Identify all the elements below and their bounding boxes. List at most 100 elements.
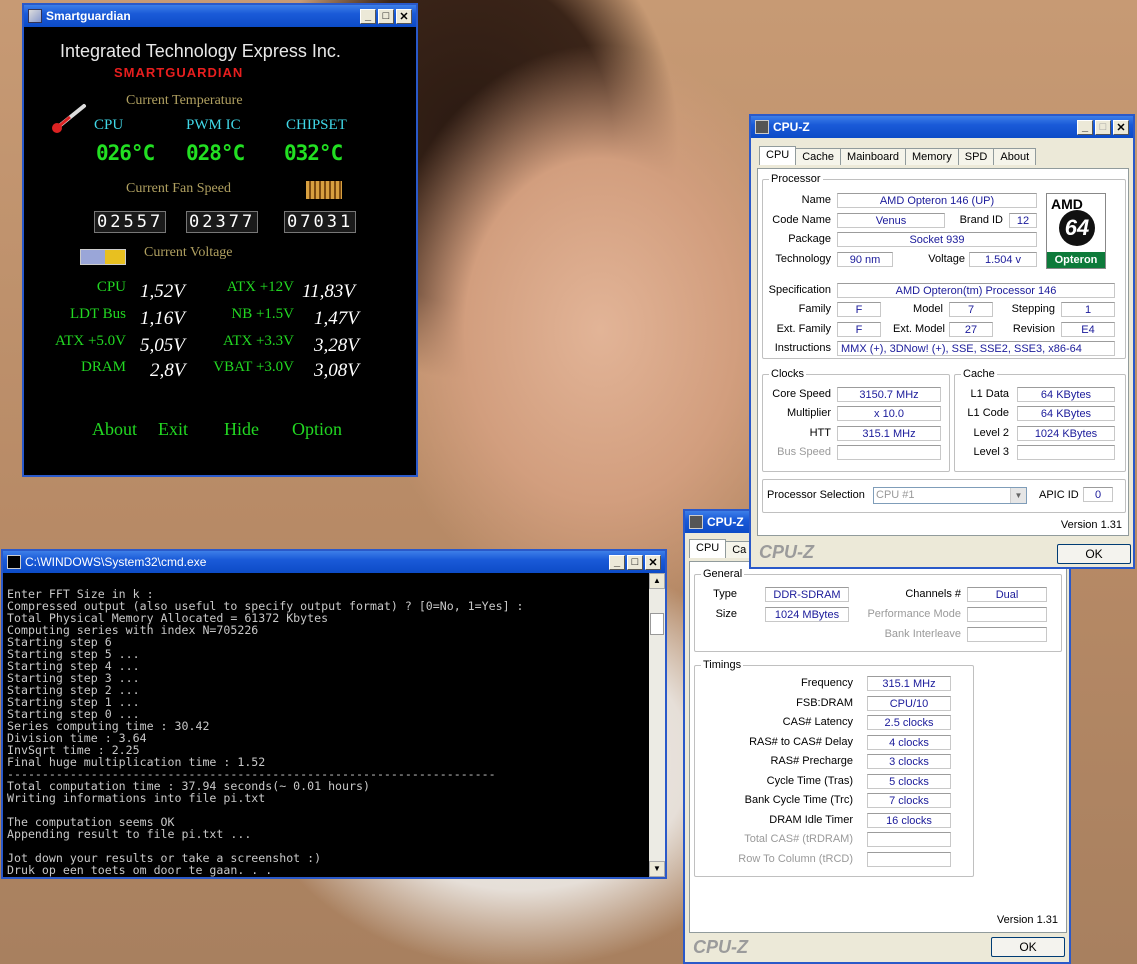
channels-value: Dual (967, 587, 1047, 602)
timing-label: FSB:DRAM (796, 696, 853, 709)
about-button[interactable]: About (92, 419, 137, 440)
fan-value-3: 07031 (284, 211, 357, 233)
name-label: Name (801, 194, 831, 206)
l1-code-label: L1 Code (967, 407, 1009, 419)
minimize-button[interactable]: _ (360, 8, 376, 24)
smartguardian-window: Smartguardian _ □ ✕ Integrated Technolog… (22, 3, 418, 477)
cpu-tab-panel: Processor Name AMD Opteron 146 (UP) Code… (757, 168, 1129, 536)
voltage-label: ATX +3.3V (223, 333, 294, 349)
window-title: C:\WINDOWS\System32\cmd.exe (25, 555, 207, 569)
close-button[interactable]: ✕ (1113, 119, 1129, 135)
temp-label-pwm: PWM IC (186, 117, 241, 133)
tab-mainboard[interactable]: Mainboard (840, 148, 907, 165)
size-label: Size (715, 608, 737, 620)
timings-group-title: Timings (701, 659, 744, 671)
cpuz-memory-window: CPU-Z CPU Ca General Type DDR-SDRAM Size… (683, 509, 1071, 964)
cpuz-cpu-titlebar[interactable]: CPU-Z _ □ ✕ (751, 116, 1133, 138)
channels-label: Channels # (905, 588, 961, 600)
timings-group: Timings Frequency 315.1 MHz FSB:DRAM CPU/10… (694, 659, 974, 877)
revision-value: E4 (1061, 322, 1115, 337)
scroll-thumb[interactable] (650, 613, 664, 635)
window-title: Smartguardian (46, 9, 131, 23)
tab-cache[interactable]: Cache (795, 148, 842, 165)
ext-model-value: 27 (949, 322, 993, 337)
processor-selection-dropdown[interactable]: CPU #1 ▼ (873, 487, 1027, 504)
timing-label: DRAM Idle Timer (769, 813, 853, 826)
ext-family-label: Ext. Family (776, 323, 831, 335)
smartguardian-body: Integrated Technology Express Inc. SMART… (24, 27, 416, 475)
ok-button[interactable]: OK (1057, 544, 1131, 564)
l1-code-value: 64 KBytes (1017, 406, 1115, 421)
chevron-down-icon[interactable]: ▼ (1010, 488, 1026, 503)
maximize-button[interactable]: □ (378, 8, 394, 24)
console-output[interactable]: Enter FFT Size in k : Compressed output (… (3, 573, 649, 877)
timing-label: CAS# Latency (782, 716, 853, 728)
timing-label: RAS# Precharge (770, 755, 853, 767)
ok-button[interactable]: OK (991, 937, 1065, 957)
codename-label: Code Name (772, 214, 831, 226)
opteron-logo-text: Opteron (1047, 252, 1105, 268)
close-button[interactable]: ✕ (396, 8, 412, 24)
core-speed-label: Core Speed (772, 388, 831, 400)
voltage-label: ATX +5.0V (55, 333, 126, 349)
temp-label-chipset: CHIPSET (286, 117, 347, 133)
smartguardian-titlebar[interactable]: Smartguardian _ □ ✕ (24, 5, 416, 27)
tab-cpu[interactable]: CPU (759, 146, 797, 165)
close-button[interactable]: ✕ (645, 554, 661, 570)
fan-value-text: 02557 (94, 211, 167, 233)
console-text: Enter FFT Size in k : Compressed output (… (3, 573, 649, 876)
multiplier-label: Multiplier (786, 407, 831, 419)
fan-value-text: 02377 (186, 211, 259, 233)
cpuz-cpu-window: CPU-Z _ □ ✕ CPU Cache Mainboard Memory S… (749, 114, 1135, 569)
maximize-button[interactable]: □ (1095, 119, 1111, 135)
minimize-button[interactable]: _ (609, 554, 625, 570)
voltage-value: 3,28V (314, 335, 359, 356)
level3-label: Level 3 (973, 446, 1009, 458)
cpuz-logo: CPU-Z (693, 937, 748, 957)
timing-value: 7 clocks (867, 793, 951, 808)
core-speed-value: 3150.7 MHz (837, 387, 941, 402)
processor-selection-group: Processor Selection CPU #1 ▼ APIC ID 0 (762, 479, 1126, 513)
tab-cpu[interactable]: CPU (689, 539, 727, 558)
console-line: Druk op een toets om door te gaan. . . (7, 863, 273, 877)
voltage-value: 1.504 v (969, 252, 1037, 267)
memory-tab-panel: General Type DDR-SDRAM Size 1024 MBytes … (689, 561, 1067, 933)
vertical-scrollbar[interactable]: ▲ ▼ (649, 573, 665, 877)
scroll-down-arrow[interactable]: ▼ (649, 861, 665, 877)
version-label: Version 1.31 (1060, 519, 1122, 531)
smartguardian-app-icon (28, 9, 42, 23)
window-title: CPU-Z (773, 120, 810, 134)
revision-label: Revision (1012, 323, 1055, 335)
l1-data-label: L1 Data (970, 388, 1009, 400)
voltage-label: VBAT +3.0V (213, 359, 294, 375)
tab-about[interactable]: About (993, 148, 1037, 165)
version-label: Version 1.31 (996, 914, 1058, 926)
maximize-button[interactable]: □ (627, 554, 643, 570)
scroll-up-arrow[interactable]: ▲ (649, 573, 665, 589)
bank-interleave-value (967, 627, 1047, 642)
tab-spd[interactable]: SPD (957, 148, 995, 165)
voltage-value: 1,47V (314, 308, 359, 329)
cpuz-logo: CPU-Z (759, 542, 814, 562)
bus-speed-value (837, 445, 941, 460)
specification-value: AMD Opteron(tm) Processor 146 (837, 283, 1115, 298)
hide-button[interactable]: Hide (224, 419, 259, 440)
name-value: AMD Opteron 146 (UP) (837, 193, 1037, 208)
console-line: Appending result to file pi.txt ... (7, 827, 252, 841)
package-label: Package (788, 233, 831, 245)
tab-memory[interactable]: Memory (905, 148, 959, 165)
exit-button[interactable]: Exit (158, 419, 188, 440)
option-button[interactable]: Option (292, 419, 342, 440)
cmd-titlebar[interactable]: C:\WINDOWS\System32\cmd.exe _ □ ✕ (3, 551, 665, 573)
clocks-group: Clocks Core Speed 3150.7 MHz Multiplier … (762, 368, 950, 472)
htt-value: 315.1 MHz (837, 426, 941, 441)
fan-value-2: 02377 (186, 211, 259, 233)
minimize-button[interactable]: _ (1077, 119, 1093, 135)
general-group-title: General (701, 568, 745, 580)
cpuz-app-icon (689, 515, 703, 529)
temp-value-chipset: 032°C (284, 141, 343, 165)
level2-value: 1024 KBytes (1017, 426, 1115, 441)
clocks-group-title: Clocks (769, 368, 807, 380)
voltage-label: ATX +12V (226, 279, 294, 295)
stepping-label: Stepping (1011, 303, 1055, 315)
